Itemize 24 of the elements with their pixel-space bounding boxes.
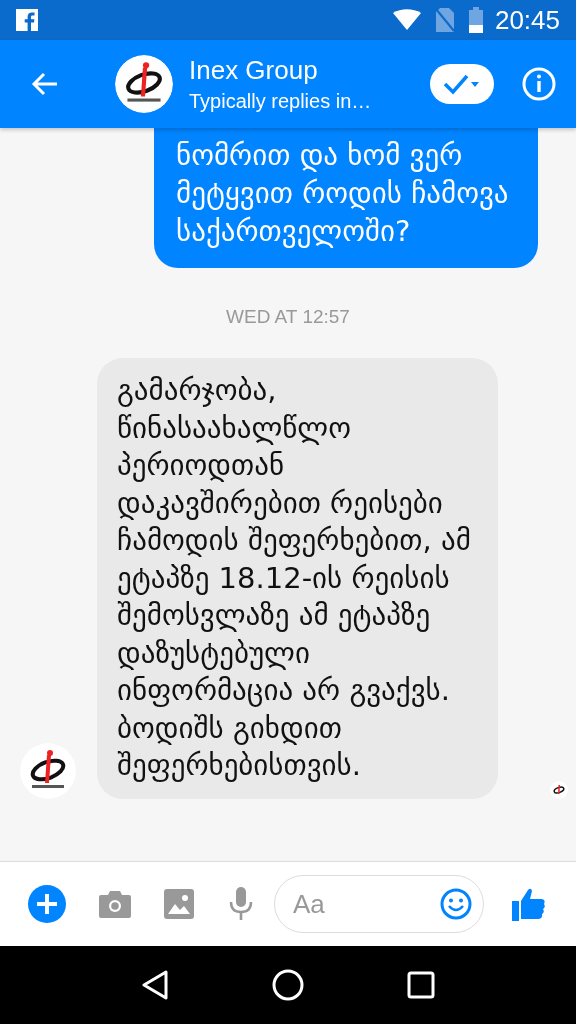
no-sim-icon bbox=[434, 7, 455, 33]
info-icon[interactable] bbox=[522, 67, 556, 101]
image-icon[interactable] bbox=[164, 889, 194, 919]
message-input-field[interactable]: Aa bbox=[274, 875, 484, 933]
add-icon[interactable] bbox=[28, 885, 66, 923]
facebook-icon bbox=[16, 9, 38, 31]
battery-icon bbox=[468, 7, 483, 33]
camera-icon[interactable] bbox=[98, 889, 132, 919]
checkmark-icon bbox=[442, 72, 482, 96]
thumbs-up-icon[interactable] bbox=[512, 887, 546, 921]
message-bubble: გამარჯობა, წინასაახალწლო პერიოდთან დაკავშირებით რეისები ჩამოდის შეფერხებით, ამ ეტაპზე 18.12-ის რეისის შემოსვლაზე ამ ეტაპზე დაზუსტებული ინფორმაცია არ გვაქვს. ბოდიშს გიხდით შეფერხებისთვის. bbox=[97, 358, 498, 799]
emoji-icon[interactable] bbox=[440, 888, 472, 920]
seen-avatar-icon bbox=[550, 780, 568, 799]
checkmark-dropdown-button[interactable] bbox=[430, 64, 494, 104]
wifi-icon bbox=[392, 9, 421, 31]
clock-time: 20:45 bbox=[494, 4, 560, 36]
reply-time-status: Typically replies in… bbox=[189, 90, 372, 113]
message-timestamp: WED AT 12:57 bbox=[226, 306, 350, 328]
back-nav-icon[interactable] bbox=[141, 970, 170, 1000]
message-bubble: ნომრით და ხომ ვერ მეტყვით როდის ჩამოვა საქართველოში? bbox=[154, 128, 538, 268]
recents-nav-icon[interactable] bbox=[406, 971, 435, 999]
contact-name: Inex Group bbox=[189, 55, 319, 86]
home-nav-icon[interactable] bbox=[272, 969, 304, 1001]
microphone-icon[interactable] bbox=[228, 887, 254, 921]
